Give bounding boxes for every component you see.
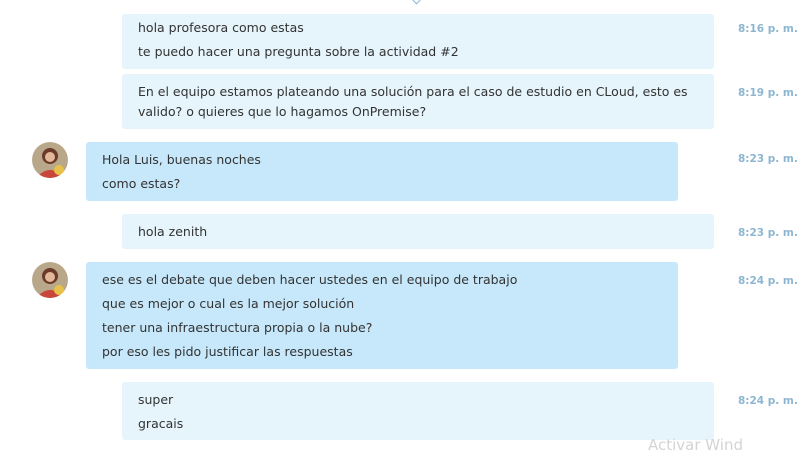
- message-text: por eso les pido justificar las respuest…: [102, 344, 353, 359]
- avatar[interactable]: [32, 142, 68, 178]
- message-bubble-sent[interactable]: super gracais: [122, 382, 714, 440]
- message-text: Hola Luis, buenas noches: [102, 152, 261, 167]
- message-text: tener una infraestructura propia o la nu…: [102, 320, 373, 335]
- message-text: En el equipo estamos plateando una soluc…: [138, 84, 688, 99]
- message-timestamp: 8:23 p. m.: [738, 227, 798, 239]
- message-text: hola profesora como estas: [138, 20, 304, 35]
- message-timestamp: 8:16 p. m.: [738, 23, 798, 35]
- message-bubble-received[interactable]: Hola Luis, buenas noches como estas?: [86, 142, 678, 201]
- message-text: super: [138, 392, 174, 407]
- message-timestamp: 8:24 p. m.: [738, 395, 798, 407]
- message-text: que es mejor o cual es la mejor solución: [102, 296, 355, 311]
- message-text: valido? o quieres que lo hagamos OnPremi…: [138, 104, 427, 119]
- message-bubble-sent[interactable]: En el equipo estamos plateando una soluc…: [122, 74, 714, 129]
- activation-watermark: Activar Wind: [648, 436, 743, 454]
- avatar[interactable]: [32, 262, 68, 298]
- message-text: ese es el debate que deben hacer ustedes…: [102, 272, 518, 287]
- message-bubble-sent[interactable]: hola zenith: [122, 214, 714, 249]
- message-bubble-sent[interactable]: hola profesora como estas te puedo hacer…: [122, 14, 714, 69]
- message-bubble-received[interactable]: ese es el debate que deben hacer ustedes…: [86, 262, 678, 369]
- chevron-down-icon[interactable]: [411, 0, 422, 5]
- message-timestamp: 8:19 p. m.: [738, 87, 798, 99]
- message-text: hola zenith: [138, 224, 208, 239]
- message-text: te puedo hacer una pregunta sobre la act…: [138, 44, 459, 59]
- message-text: gracais: [138, 416, 184, 431]
- message-text: como estas?: [102, 176, 181, 191]
- message-timestamp: 8:24 p. m.: [738, 275, 798, 287]
- message-timestamp: 8:23 p. m.: [738, 153, 798, 165]
